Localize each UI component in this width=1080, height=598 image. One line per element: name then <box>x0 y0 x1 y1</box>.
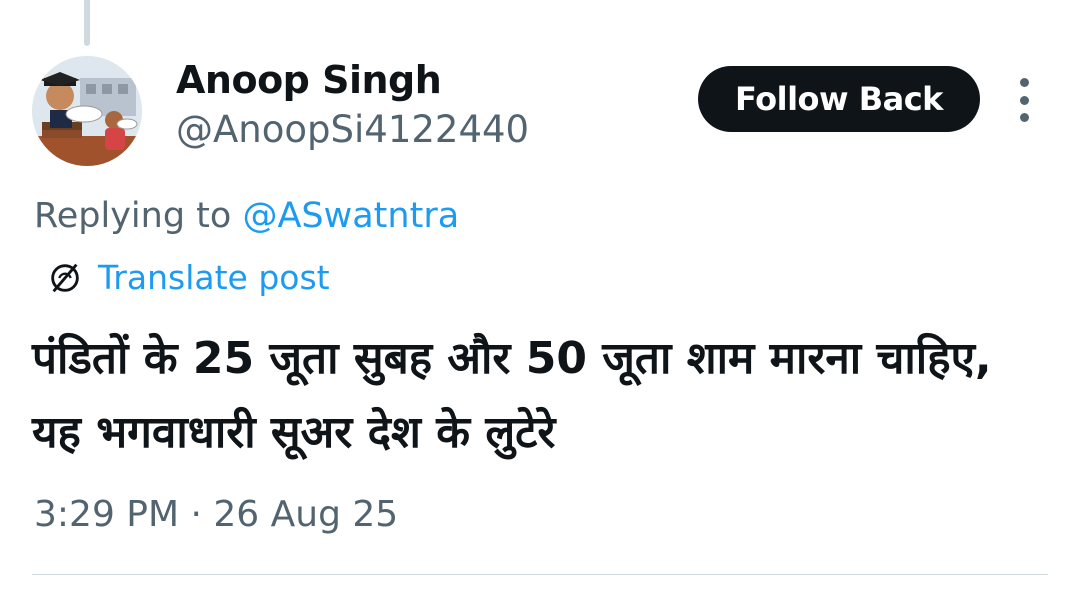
more-vertical-icon-dot <box>1019 113 1029 122</box>
divider <box>32 574 1048 575</box>
thread-connector-line <box>84 0 90 46</box>
avatar-cartoon-icon <box>32 56 142 166</box>
author-handle[interactable]: @AnoopSi4122440 <box>176 108 529 151</box>
author-display-name[interactable]: Anoop Singh <box>176 58 442 102</box>
more-options-button[interactable] <box>1006 78 1042 122</box>
more-vertical-icon <box>1019 78 1029 87</box>
avatar[interactable] <box>32 56 142 166</box>
follow-back-button[interactable]: Follow Back <box>698 66 980 132</box>
more-vertical-icon-dot <box>1019 95 1029 105</box>
translate-post-button[interactable]: Translate post <box>46 258 330 297</box>
globe-icon <box>51 263 79 292</box>
reply-mention-link[interactable]: @ASwatntra <box>242 196 459 236</box>
post-timestamp[interactable]: 3:29 PM · 26 Aug 25 <box>34 494 398 535</box>
post-text: पंडितों के 25 जूता सुबह और 50 जूता शाम म… <box>32 333 992 458</box>
replying-to-label: Replying to <box>34 196 243 236</box>
translate-post-label: Translate post <box>98 258 330 297</box>
replying-to-line: Replying to @ASwatntra <box>34 196 459 236</box>
